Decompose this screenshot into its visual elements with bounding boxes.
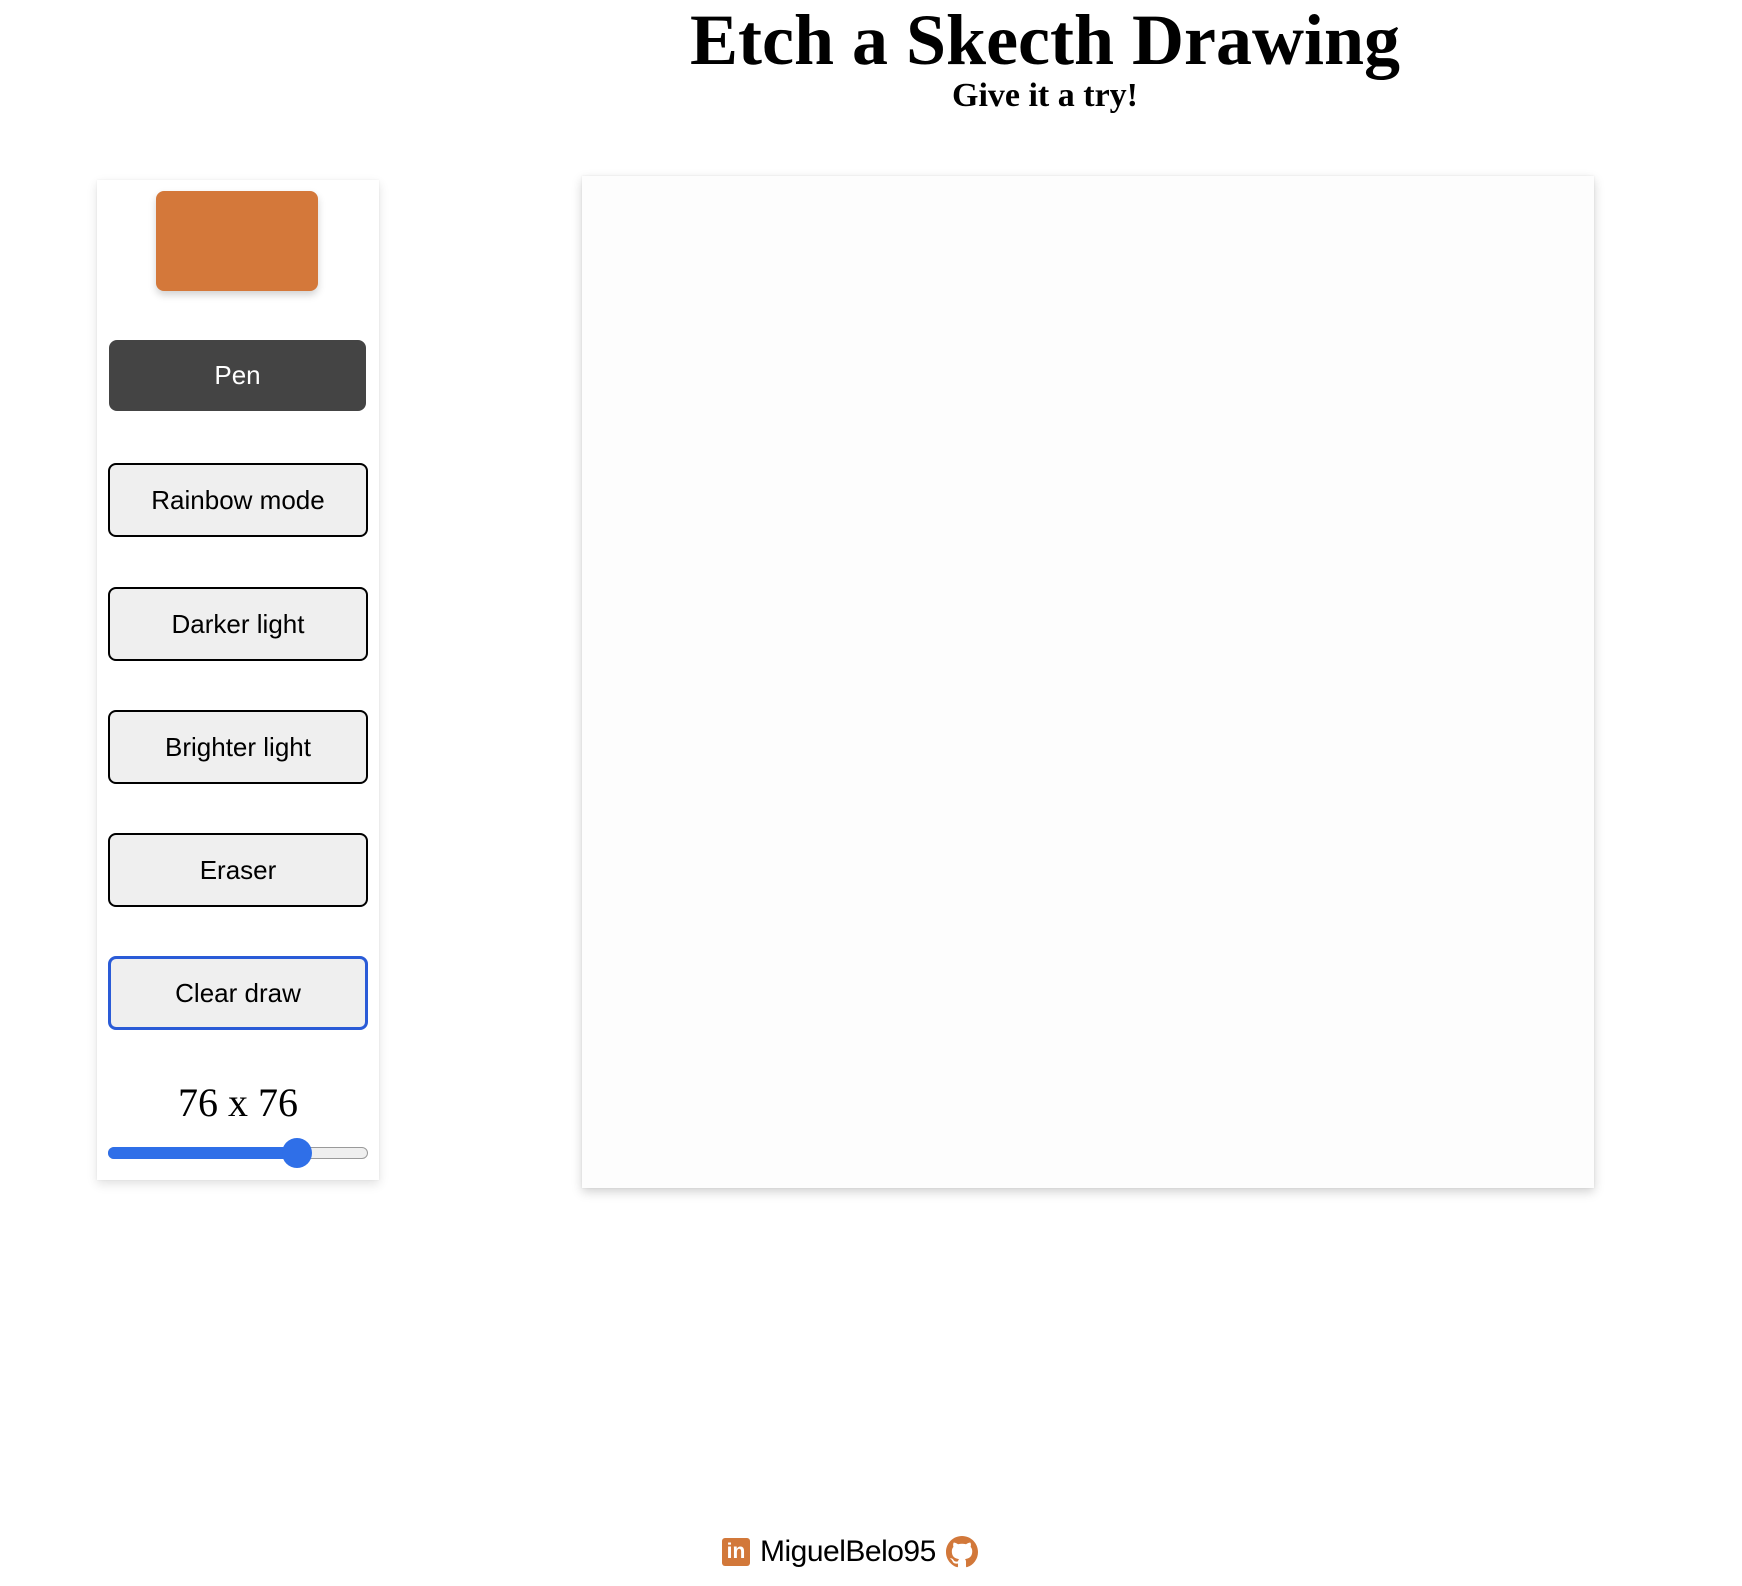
- slider-thumb[interactable]: [282, 1138, 313, 1168]
- clear-draw-button[interactable]: Clear draw: [108, 956, 368, 1030]
- linkedin-icon[interactable]: in: [722, 1538, 750, 1566]
- pen-button[interactable]: Pen: [109, 340, 366, 411]
- page-title: Etch a Skecth Drawing: [689, 0, 1400, 80]
- footer-links: in MiguelBelo95: [722, 1532, 978, 1572]
- rainbow-mode-button[interactable]: Rainbow mode: [108, 463, 368, 537]
- page-subtitle: Give it a try!: [952, 77, 1138, 114]
- controls-panel: Pen Rainbow mode Darker light Brighter l…: [97, 180, 379, 1180]
- eraser-button[interactable]: Eraser: [108, 833, 368, 907]
- github-icon[interactable]: [945, 1536, 978, 1568]
- darker-light-button[interactable]: Darker light: [108, 587, 368, 661]
- drawing-canvas[interactable]: [582, 176, 1594, 1188]
- grid-size-label: 76 x 76: [178, 1080, 298, 1125]
- grid-size-slider[interactable]: [108, 1138, 368, 1168]
- footer-username: MiguelBelo95: [760, 1535, 936, 1568]
- slider-fill: [108, 1147, 298, 1159]
- footer: in MiguelBelo95: [0, 1532, 1742, 1572]
- brighter-light-button[interactable]: Brighter light: [108, 710, 368, 784]
- color-picker[interactable]: [156, 191, 318, 291]
